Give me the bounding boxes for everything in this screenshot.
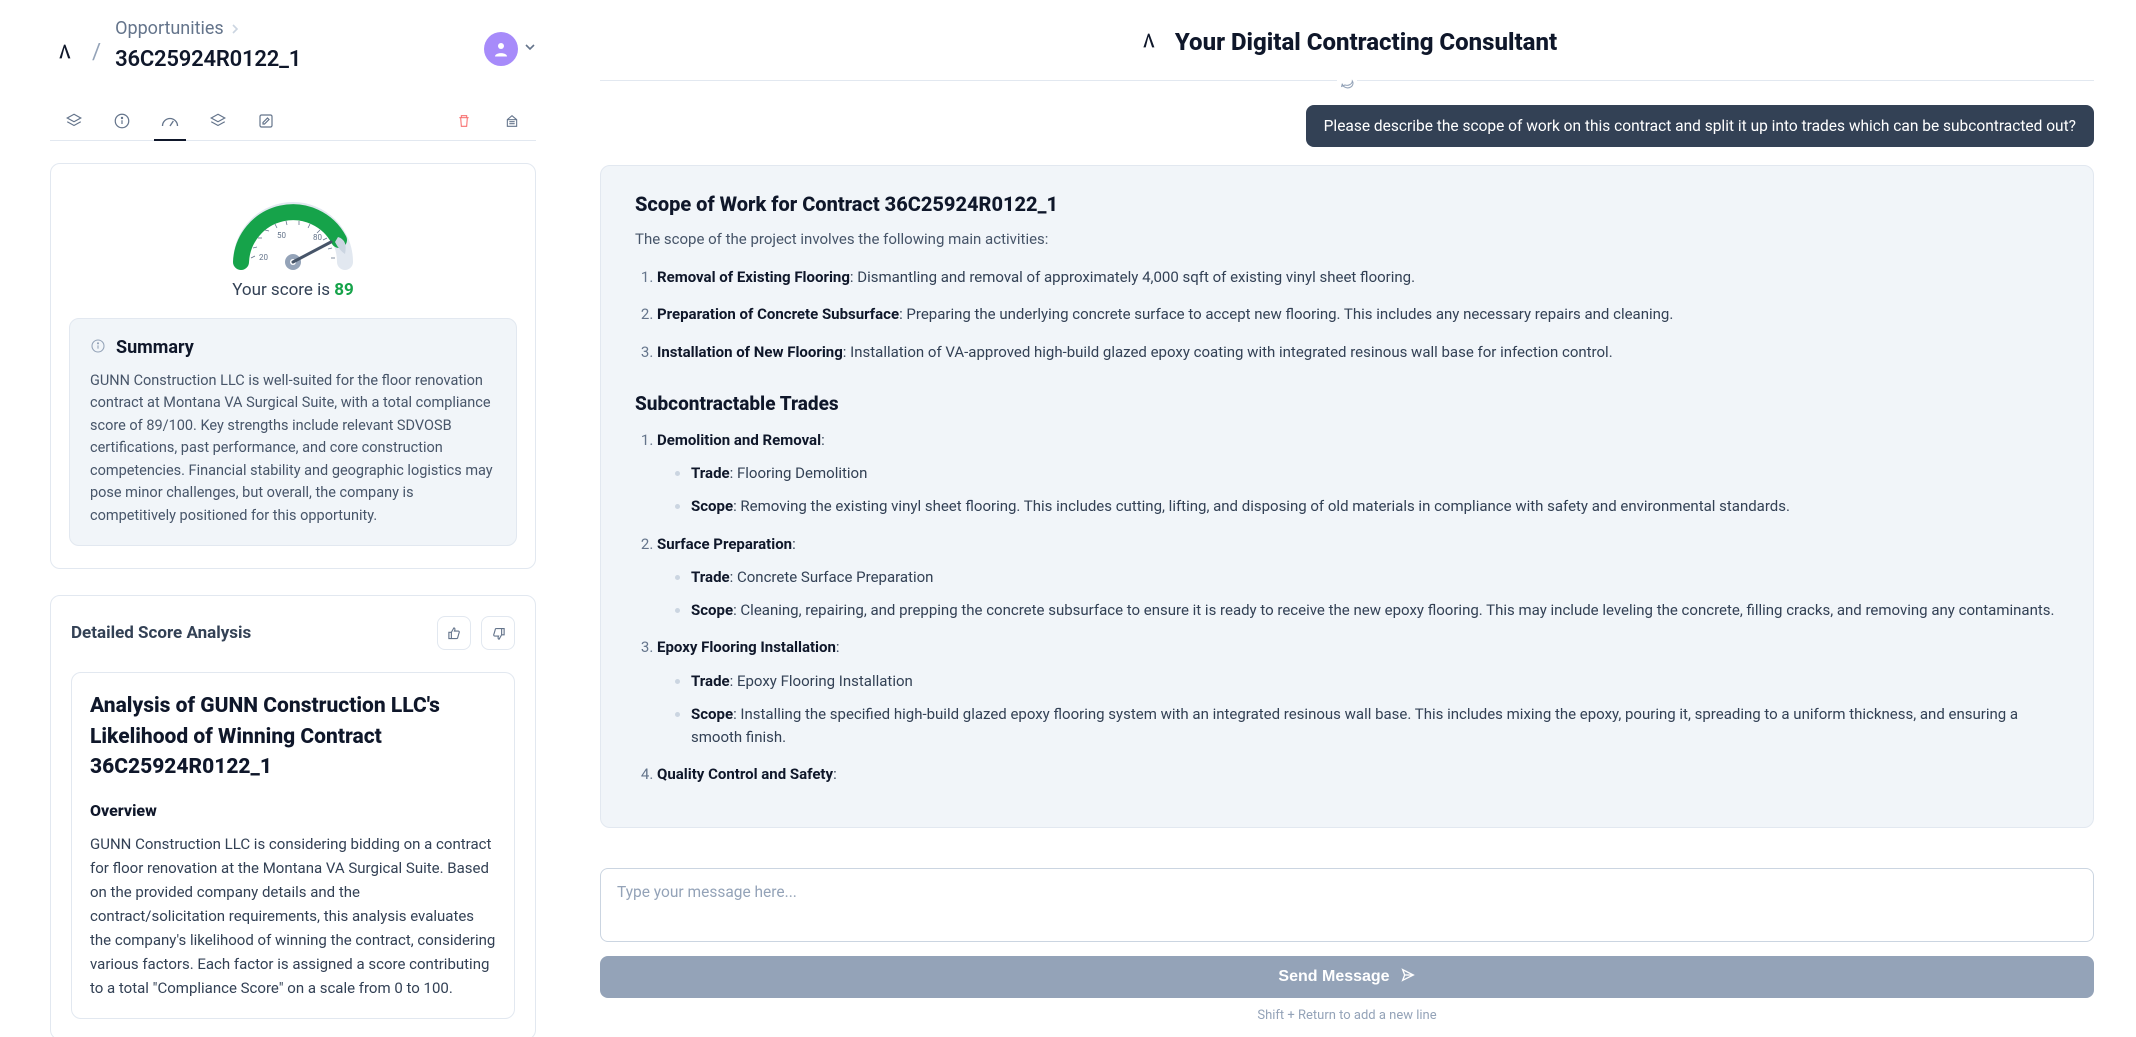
send-icon (1400, 967, 1416, 988)
breadcrumb-parent-label: Opportunities (115, 18, 224, 39)
response-h2: Subcontractable Trades (635, 392, 2059, 415)
tab-layers[interactable] (50, 102, 98, 140)
overview-heading: Overview (90, 801, 496, 820)
chat-bubble-icon (1337, 71, 1357, 91)
chat-panel: Your Digital Contracting Consultant Plea… (576, 0, 2136, 1037)
lambda-logo-icon (1137, 29, 1159, 55)
breadcrumb-divider: / (92, 18, 101, 65)
assistant-message: Scope of Work for Contract 36C25924R0122… (600, 165, 2094, 828)
detailed-title: Detailed Score Analysis (71, 623, 251, 643)
tab-archive[interactable] (488, 102, 536, 140)
app-logo[interactable] (50, 18, 78, 66)
composer-hint: Shift + Return to add a new line (600, 1008, 2094, 1023)
score-label: Your score is 89 (232, 280, 354, 300)
trade-item: Epoxy Flooring Installation:Trade: Epoxy… (657, 636, 2059, 749)
gauge-icon: 20 50 80 (223, 182, 363, 270)
analysis-heading: Analysis of GUNN Construction LLC's Like… (90, 691, 496, 782)
thumbs-down-button[interactable] (481, 616, 515, 650)
trade-item: Surface Preparation:Trade: Concrete Surf… (657, 533, 2059, 623)
overview-body: GUNN Construction LLC is considering bid… (90, 832, 496, 1000)
trade-sub-scope: Scope: Cleaning, repairing, and prepping… (675, 599, 2059, 622)
composer: Send Message Shift + Return to add a new… (600, 862, 2094, 1037)
trade-sub-scope: Scope: Removing the existing vinyl sheet… (675, 495, 2059, 518)
response-h1: Scope of Work for Contract 36C25924R0122… (635, 192, 2059, 216)
trade-sub-trade: Trade: Flooring Demolition (675, 462, 2059, 485)
lambda-logo-icon (53, 40, 75, 66)
breadcrumb-parent[interactable]: Opportunities (115, 18, 470, 39)
score-card: 20 50 80 Your score is 89 Summary (50, 163, 536, 569)
chevron-down-icon (524, 41, 536, 57)
message-list: Please describe the scope of work on thi… (600, 81, 2094, 862)
trades-list: Demolition and Removal:Trade: Flooring D… (635, 429, 2059, 787)
send-button-label: Send Message (1278, 968, 1389, 986)
trade-sub-trade: Trade: Concrete Surface Preparation (675, 566, 2059, 589)
activity-item: Removal of Existing Flooring: Dismantlin… (657, 266, 2059, 289)
profile-menu[interactable] (484, 18, 536, 66)
avatar (484, 32, 518, 66)
user-message: Please describe the scope of work on thi… (1306, 105, 2094, 147)
summary-body: GUNN Construction LLC is well-suited for… (90, 370, 496, 527)
svg-text:80: 80 (313, 233, 322, 242)
tab-stack[interactable] (194, 102, 242, 140)
send-button[interactable]: Send Message (600, 956, 2094, 998)
trade-item: Demolition and Removal:Trade: Flooring D… (657, 429, 2059, 519)
summary-title: Summary (116, 337, 194, 358)
score-value: 89 (334, 280, 354, 300)
svg-text:20: 20 (259, 253, 268, 262)
tab-delete[interactable] (440, 102, 488, 140)
analysis-box: Analysis of GUNN Construction LLC's Like… (71, 672, 515, 1018)
activity-item: Installation of New Flooring: Installati… (657, 341, 2059, 364)
trade-item: Quality Control and Safety: (657, 763, 2059, 786)
response-intro: The scope of the project involves the fo… (635, 230, 2059, 248)
svg-text:50: 50 (277, 231, 286, 240)
header-row: / Opportunities 36C25924R0122_1 (50, 18, 536, 72)
info-icon (90, 338, 106, 358)
trade-sub-scope: Scope: Installing the specified high-bui… (675, 703, 2059, 750)
activities-list: Removal of Existing Flooring: Dismantlin… (635, 266, 2059, 364)
trade-sub-trade: Trade: Epoxy Flooring Installation (675, 670, 2059, 693)
chevron-right-icon (230, 18, 240, 39)
activity-item: Preparation of Concrete Subsurface: Prep… (657, 303, 2059, 326)
tab-edit[interactable] (242, 102, 290, 140)
detailed-card: Detailed Score Analysis Analysis of GUNN… (50, 595, 536, 1037)
chat-title: Your Digital Contracting Consultant (1175, 28, 1557, 56)
thumbs-up-button[interactable] (437, 616, 471, 650)
sidebar: / Opportunities 36C25924R0122_1 (0, 0, 576, 1037)
tab-score[interactable] (146, 102, 194, 140)
tab-strip (50, 102, 536, 141)
contract-id: 36C25924R0122_1 (115, 47, 470, 72)
summary-block: Summary GUNN Construction LLC is well-su… (69, 318, 517, 546)
message-input[interactable] (600, 868, 2094, 942)
tab-info[interactable] (98, 102, 146, 140)
